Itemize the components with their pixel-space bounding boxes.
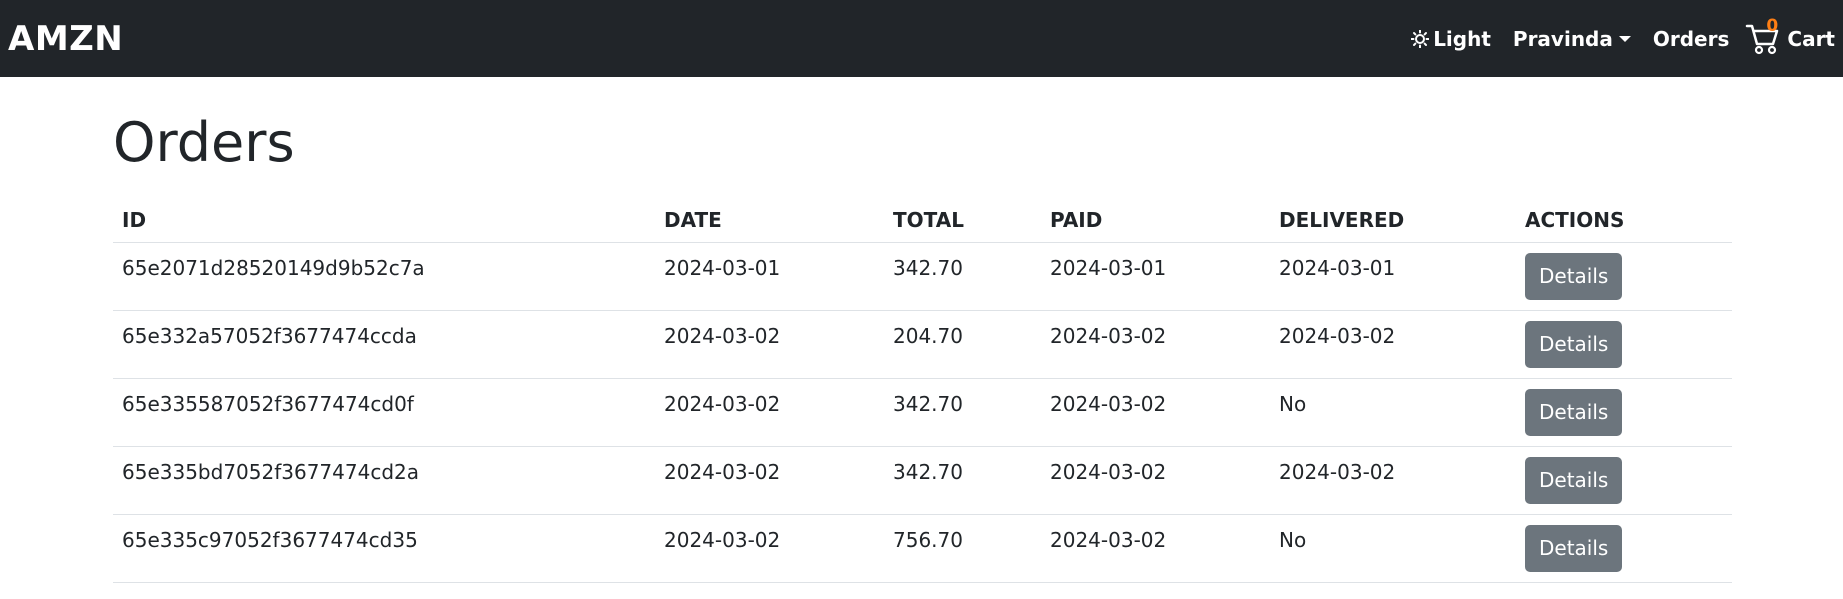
main-content: Orders ID DATE TOTAL PAID DELIVERED ACTI… [113,77,1732,583]
cart-link[interactable]: 0 Cart [1745,16,1835,56]
details-button[interactable]: Details [1525,320,1623,368]
cart-label: Cart [1787,26,1835,51]
details-button[interactable]: Details [1525,252,1623,300]
order-delivered: 2024-03-01 [1279,255,1396,280]
header-id: ID [113,198,655,243]
user-name: Pravinda [1512,26,1613,51]
table-row: 65e335587052f3677474cd0f 2024-03-02 342.… [113,378,1732,447]
order-date: 2024-03-02 [664,391,781,416]
order-total: 204.70 [893,323,963,348]
order-paid: 2024-03-02 [1050,323,1167,348]
order-date: 2024-03-01 [664,255,781,280]
header-actions: ACTIONS [1516,198,1732,243]
header-date: DATE [655,198,884,243]
orders-link[interactable]: Orders [1653,27,1730,51]
order-total: 342.70 [893,255,963,280]
user-dropdown[interactable]: Pravinda [1513,27,1631,51]
caret-down-icon [1618,35,1631,42]
order-paid: 2024-03-01 [1050,255,1167,280]
order-paid: 2024-03-02 [1050,391,1167,416]
order-total: 342.70 [893,391,963,416]
table-row: 65e335c97052f3677474cd35 2024-03-02 756.… [113,514,1732,583]
header-paid: PAID [1041,198,1270,243]
order-delivered: 2024-03-02 [1279,459,1396,484]
order-delivered: No [1279,527,1307,552]
theme-toggle-button[interactable]: Light [1411,27,1491,51]
nav-right: Light Pravinda Orders 0 Cart [1389,0,1835,77]
orders-table: ID DATE TOTAL PAID DELIVERED ACTIONS 65e… [113,198,1732,583]
sun-icon [1411,29,1430,48]
page-title: Orders [113,111,295,174]
order-total: 756.70 [893,527,963,552]
order-paid: 2024-03-02 [1050,527,1167,552]
order-total: 342.70 [893,459,963,484]
header-total: TOTAL [884,198,1041,243]
table-row: 65e335bd7052f3677474cd2a 2024-03-02 342.… [113,446,1732,515]
details-button[interactable]: Details [1525,456,1623,504]
order-id: 65e335bd7052f3677474cd2a [122,459,420,484]
order-date: 2024-03-02 [664,527,781,552]
brand-logo[interactable]: AMZN [8,19,123,59]
order-id: 65e2071d28520149d9b52c7a [122,255,425,280]
details-button[interactable]: Details [1525,524,1623,572]
table-row: 65e2071d28520149d9b52c7a 2024-03-01 342.… [113,242,1732,311]
order-id: 65e335c97052f3677474cd35 [122,527,418,552]
cart-count-badge: 0 [1766,15,1779,36]
order-date: 2024-03-02 [664,459,781,484]
order-id: 65e332a57052f3677474ccda [122,323,417,348]
order-id: 65e335587052f3677474cd0f [122,391,414,416]
details-button[interactable]: Details [1525,388,1623,436]
order-delivered: 2024-03-02 [1279,323,1396,348]
header-delivered: DELIVERED [1270,198,1516,243]
order-delivered: No [1279,391,1307,416]
order-date: 2024-03-02 [664,323,781,348]
table-header-row: ID DATE TOTAL PAID DELIVERED ACTIONS [113,198,1732,243]
top-navbar: AMZN Light Pravinda Orders 0 Cart [0,0,1843,77]
table-row: 65e332a57052f3677474ccda 2024-03-02 204.… [113,310,1732,379]
theme-label: Light [1433,26,1491,51]
order-paid: 2024-03-02 [1050,459,1167,484]
